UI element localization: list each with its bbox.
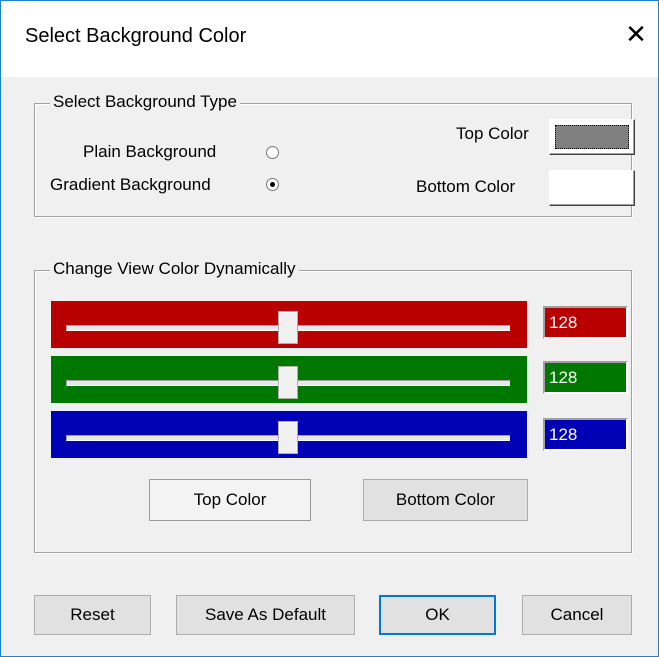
background-type-group: Select Background Type Plain Background … — [34, 92, 635, 217]
gradient-background-label: Gradient Background — [50, 175, 211, 194]
blue-value-box[interactable]: 128 — [543, 418, 628, 451]
plain-background-radio[interactable] — [266, 146, 279, 159]
dialog-window: Select Background Color ✕ Select Backgro… — [0, 0, 659, 657]
green-slider-thumb[interactable] — [278, 366, 298, 399]
bottom-color-button[interactable]: Bottom Color — [363, 479, 528, 521]
title-bar: Select Background Color ✕ — [1, 1, 658, 77]
save-as-default-button[interactable]: Save As Default — [176, 595, 355, 635]
bottom-color-label: Bottom Color — [416, 177, 516, 196]
red-slider-band — [51, 301, 527, 348]
cancel-button[interactable]: Cancel — [522, 595, 632, 635]
background-type-legend: Select Background Type — [50, 92, 240, 112]
plain-background-label: Plain Background — [83, 142, 217, 161]
close-icon[interactable]: ✕ — [621, 19, 651, 49]
red-value-box[interactable]: 128 — [543, 306, 628, 339]
dynamic-color-legend: Change View Color Dynamically — [50, 259, 299, 279]
green-value-box[interactable]: 128 — [543, 361, 628, 394]
green-slider-band — [51, 356, 527, 403]
top-color-label: Top Color — [456, 124, 529, 143]
bottom-color-swatch-button[interactable] — [549, 170, 635, 206]
ok-button[interactable]: OK — [379, 595, 496, 635]
blue-slider-thumb[interactable] — [278, 421, 298, 454]
top-color-swatch-button[interactable] — [549, 119, 635, 155]
dialog-title: Select Background Color — [25, 25, 247, 47]
blue-slider-band — [51, 411, 527, 458]
reset-button[interactable]: Reset — [34, 595, 151, 635]
red-slider-thumb[interactable] — [278, 311, 298, 344]
radio-selected-dot — [270, 182, 275, 187]
gradient-background-radio[interactable] — [266, 178, 279, 191]
top-color-button[interactable]: Top Color — [149, 479, 311, 521]
top-color-swatch — [555, 125, 629, 149]
